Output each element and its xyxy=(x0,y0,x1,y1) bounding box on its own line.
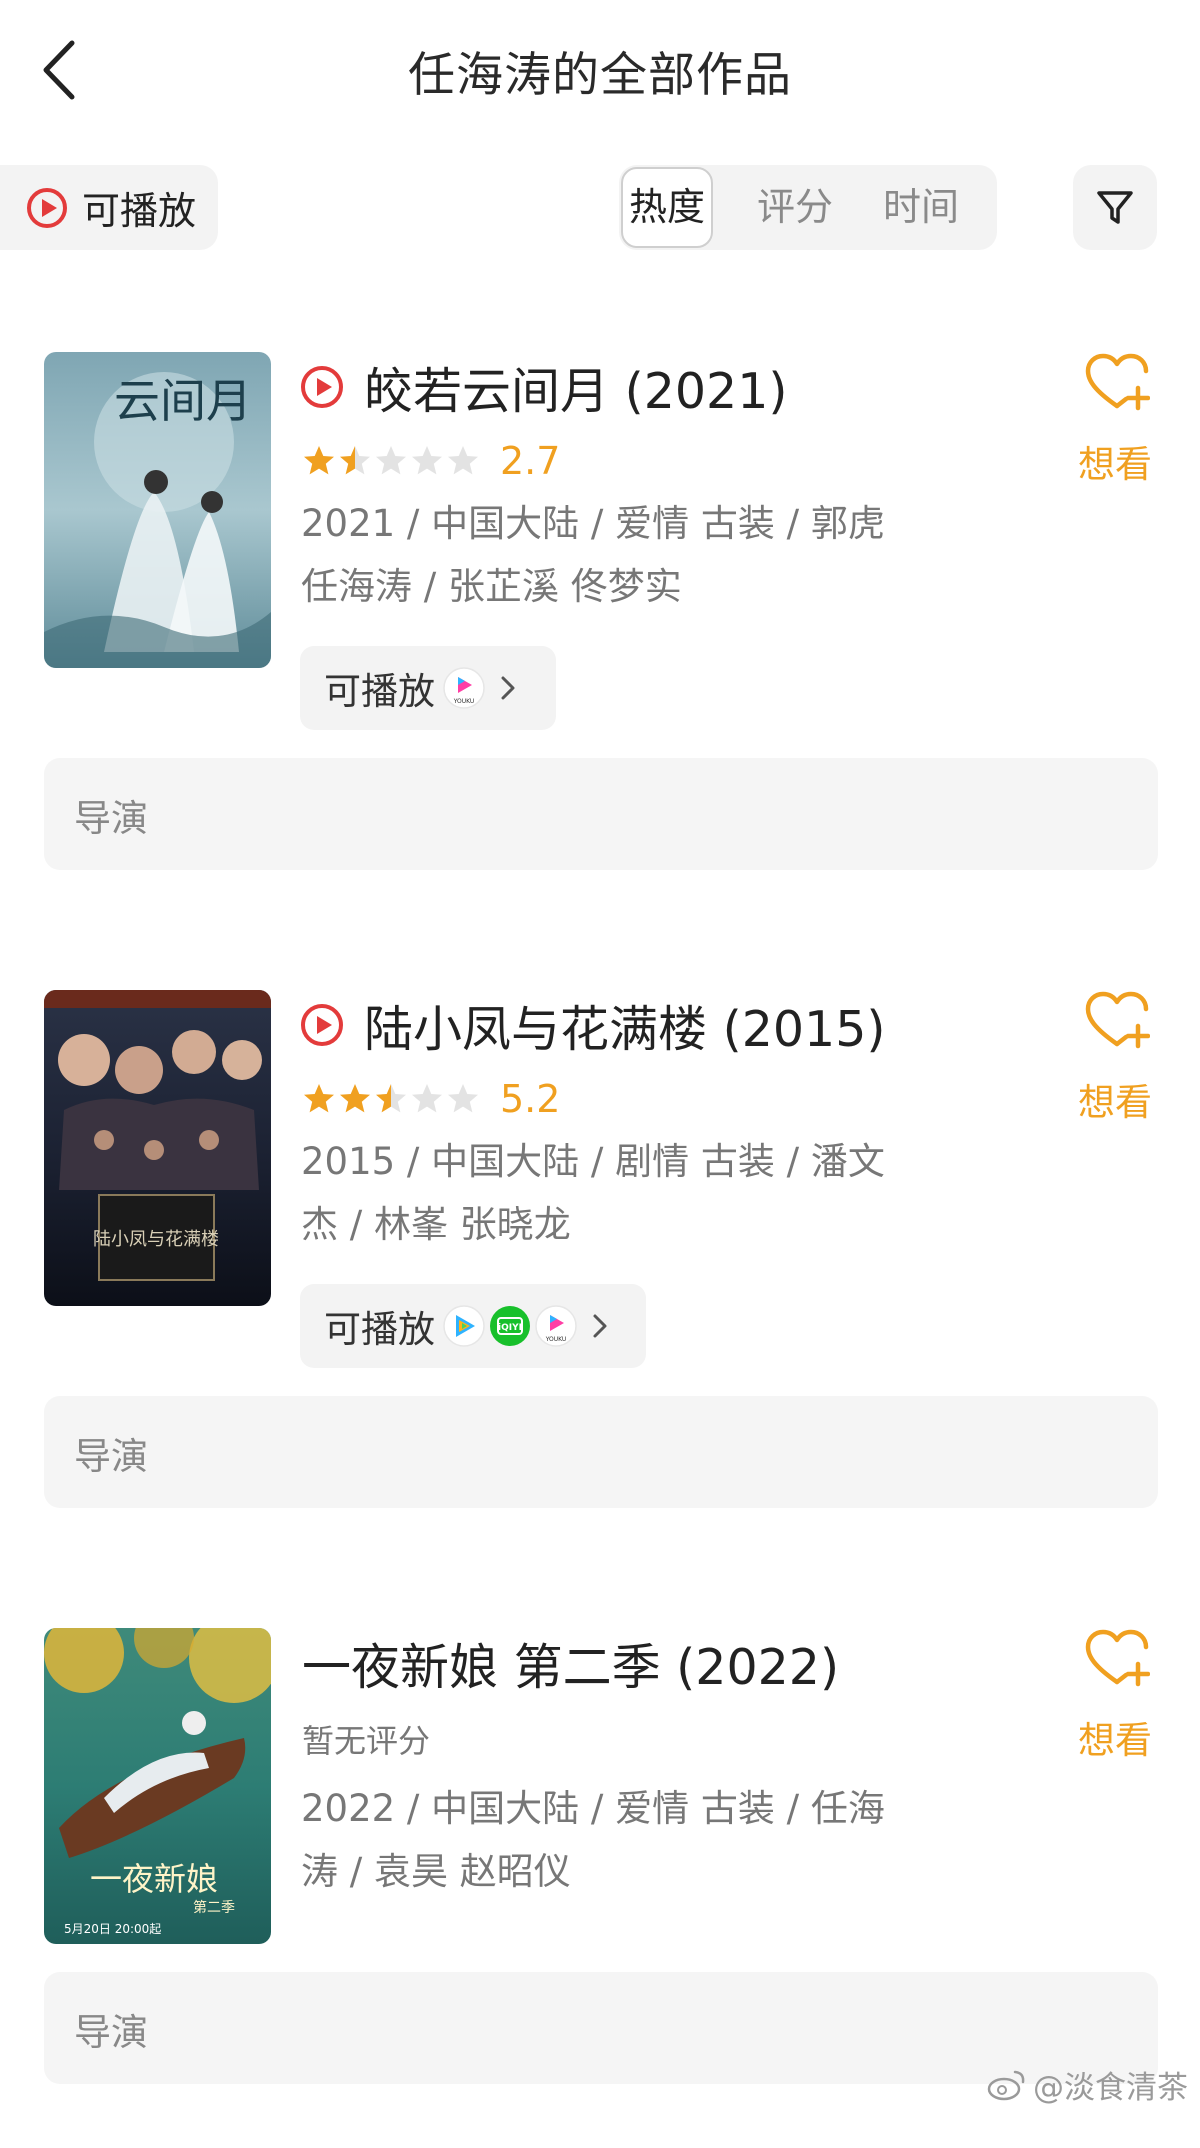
tab-sort-time[interactable]: 时间 xyxy=(871,165,971,250)
work-title[interactable]: 陆小凤与花满楼 (2015) xyxy=(364,990,886,1061)
poster-title-text: 陆小凤与花满楼 xyxy=(93,1229,219,1250)
poster-date-text: 5月20日 20:00起 xyxy=(64,1922,161,1936)
filter-button[interactable] xyxy=(1073,165,1157,250)
want-to-watch-button[interactable]: 想看 xyxy=(1078,1628,1158,1762)
chevron-right-icon xyxy=(501,676,515,700)
heart-plus-icon xyxy=(1085,1629,1150,1687)
work-meta-line: 任海涛 / 张芷溪 佟梦实 xyxy=(301,565,682,608)
youku-icon: YOUKU xyxy=(443,667,485,709)
play-circle-icon xyxy=(301,1004,343,1046)
tab-sort-rating[interactable]: 评分 xyxy=(745,165,845,250)
playable-label: 可播放 xyxy=(324,1308,435,1351)
work-card[interactable]: 云间月 皎若云间月 (2021) 2.7 2021 / 中国大陆 / 爱情 古装… xyxy=(0,352,1200,872)
watermark: @淡食清茶 xyxy=(987,2062,1188,2107)
star-icon xyxy=(448,446,478,475)
want-to-watch-label: 想看 xyxy=(1078,443,1152,486)
star-icon xyxy=(448,1084,478,1113)
work-title[interactable]: 一夜新娘 第二季 (2022) xyxy=(302,1628,839,1699)
want-to-watch-label: 想看 xyxy=(1078,1719,1152,1762)
star-icon xyxy=(412,446,442,475)
youku-icon: YOUKU xyxy=(535,1305,577,1347)
star-icon xyxy=(340,446,370,475)
svg-text:YOUKU: YOUKU xyxy=(453,698,475,705)
playable-platforms-button[interactable]: 可播放 YOUKU xyxy=(300,646,556,730)
sort-tabs: 热度 评分 时间 xyxy=(619,165,997,250)
tab-sort-popularity[interactable]: 热度 xyxy=(621,167,713,248)
tencent-video-icon xyxy=(443,1305,485,1347)
poster-image[interactable]: 云间月 xyxy=(44,352,271,668)
no-rating-text: 暂无评分 xyxy=(302,1722,431,1760)
header: 任海涛的全部作品 xyxy=(0,0,1200,140)
rating-row: 2.7 xyxy=(302,436,560,486)
want-to-watch-button[interactable]: 想看 xyxy=(1078,990,1158,1124)
chevron-right-icon xyxy=(593,1314,607,1338)
director-label: 导演 xyxy=(74,1435,148,1478)
star-rating xyxy=(302,444,482,478)
rating-row: 5.2 xyxy=(302,1074,560,1124)
rating-score: 5.2 xyxy=(500,1077,561,1121)
watermark-text: @淡食清茶 xyxy=(1033,2070,1188,2106)
want-to-watch-button[interactable]: 想看 xyxy=(1078,352,1158,486)
star-rating xyxy=(302,1082,482,1116)
playable-platforms-button[interactable]: 可播放 iQIYI YOUKU xyxy=(300,1284,646,1368)
star-icon xyxy=(412,1084,442,1113)
iqiyi-icon: iQIYI xyxy=(490,1306,530,1346)
star-icon xyxy=(304,446,334,475)
work-meta-line: 2015 / 中国大陆 / 剧情 古装 / 潘文 xyxy=(301,1140,885,1183)
work-meta-line: 2022 / 中国大陆 / 爱情 古装 / 任海 xyxy=(301,1787,885,1830)
poster-image[interactable]: 一夜新娘 第二季 5月20日 20:00起 xyxy=(44,1628,271,1944)
work-meta-line: 涛 / 袁昊 赵昭仪 xyxy=(301,1850,571,1893)
director-label: 导演 xyxy=(74,797,148,840)
svg-text:YOUKU: YOUKU xyxy=(545,1336,567,1343)
work-meta-line: 2021 / 中国大陆 / 爱情 古装 / 郭虎 xyxy=(301,502,885,545)
poster-image[interactable]: 陆小凤与花满楼 xyxy=(44,990,271,1306)
svg-text:iQIYI: iQIYI xyxy=(498,1323,522,1333)
poster-title-text: 一夜新娘 xyxy=(90,1860,218,1898)
work-card[interactable]: 陆小凤与花满楼 陆小凤与花满楼 (2015) 5.2 2015 / 中国大陆 /… xyxy=(0,990,1200,1510)
star-icon xyxy=(304,1084,334,1113)
star-icon xyxy=(376,1084,406,1113)
director-label: 导演 xyxy=(74,2011,148,2054)
star-icon xyxy=(340,1084,370,1113)
poster-title-text: 云间月 xyxy=(114,374,252,428)
play-circle-icon xyxy=(301,366,343,408)
weibo-icon xyxy=(987,2070,1025,2100)
star-icon xyxy=(376,446,406,475)
funnel-icon xyxy=(1097,190,1133,224)
rating-score: 2.7 xyxy=(500,439,561,483)
title-row: 皎若云间月 (2021) xyxy=(300,352,1060,422)
heart-plus-icon xyxy=(1085,991,1150,1049)
work-title[interactable]: 皎若云间月 (2021) xyxy=(364,352,788,423)
playable-filter-chip[interactable]: 可播放 xyxy=(0,165,218,250)
filter-bar: 可播放 热度 评分 时间 xyxy=(0,165,1200,250)
playable-filter-label: 可播放 xyxy=(82,189,197,233)
title-row: 陆小凤与花满楼 (2015) xyxy=(300,990,1060,1060)
title-row: 一夜新娘 第二季 (2022) xyxy=(302,1628,1062,1698)
play-circle-icon xyxy=(27,187,67,228)
director-section[interactable]: 导演 xyxy=(44,758,1158,870)
work-meta-line: 杰 / 林峯 张晓龙 xyxy=(301,1203,571,1246)
heart-plus-icon xyxy=(1085,353,1150,411)
want-to-watch-label: 想看 xyxy=(1078,1081,1152,1124)
poster-subtitle-text: 第二季 xyxy=(193,1899,235,1916)
director-section[interactable]: 导演 xyxy=(44,1396,1158,1508)
playable-label: 可播放 xyxy=(324,670,435,713)
page-title: 任海涛的全部作品 xyxy=(408,48,792,103)
